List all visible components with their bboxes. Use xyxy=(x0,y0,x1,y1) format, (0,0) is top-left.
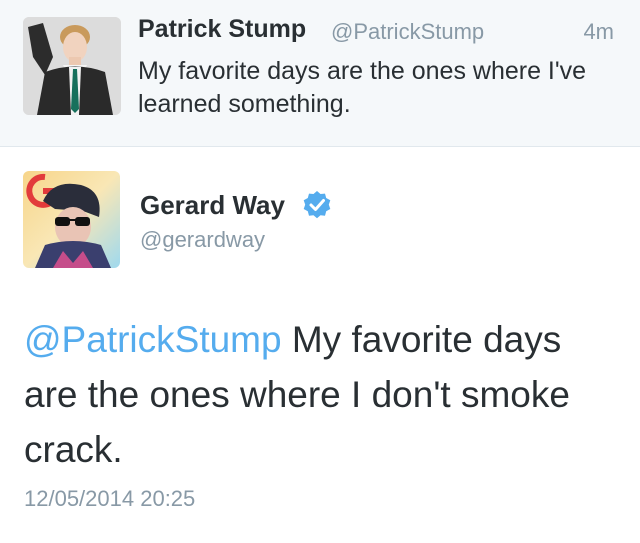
original-tweet[interactable]: Patrick Stump @PatrickStump 4m My favori… xyxy=(0,0,640,147)
reply-tweet-text: @PatrickStump My favorite days are the o… xyxy=(24,312,624,477)
avatar-photo xyxy=(23,171,120,268)
original-author-handle[interactable]: @PatrickStump xyxy=(331,19,484,45)
patrick-stump-avatar[interactable] xyxy=(23,17,121,115)
reply-timestamp: 12/05/2014 20:25 xyxy=(24,486,196,511)
reply-author-handle[interactable]: @gerardway xyxy=(140,227,265,253)
original-tweet-time: 4m xyxy=(583,19,614,44)
original-tweet-text: My favorite days are the ones where I've… xyxy=(138,57,587,118)
verified-badge-icon xyxy=(303,191,331,219)
mention-link[interactable]: @PatrickStump xyxy=(24,319,282,360)
gerard-way-avatar[interactable] xyxy=(23,171,120,268)
avatar-photo xyxy=(23,17,121,115)
original-author-name[interactable]: Patrick Stump xyxy=(138,15,306,44)
reply-author-name[interactable]: Gerard Way xyxy=(140,190,285,221)
